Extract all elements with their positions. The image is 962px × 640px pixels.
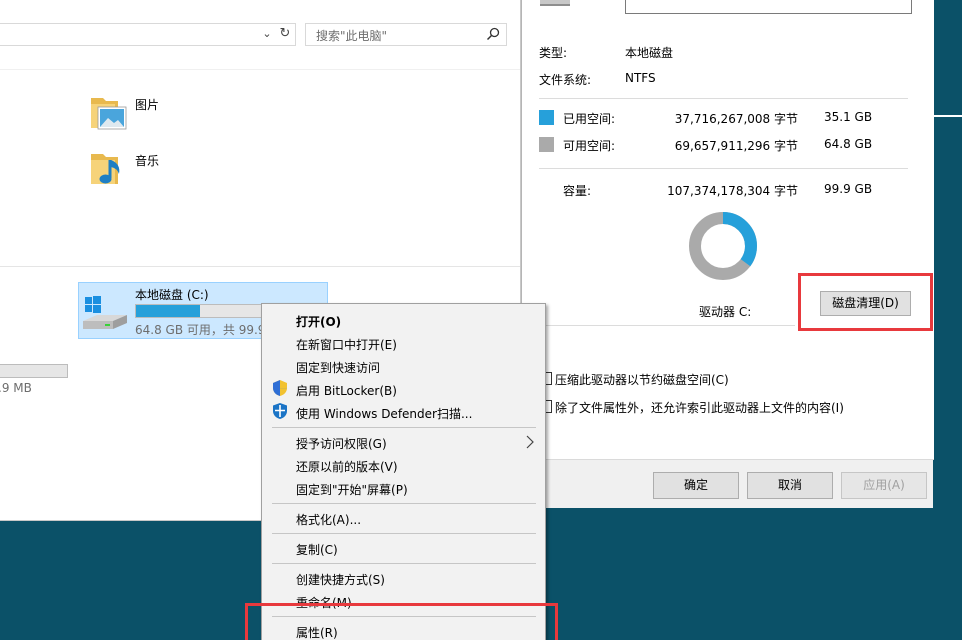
- compress-label: 压缩此驱动器以节约磁盘空间(C): [555, 373, 729, 387]
- drive-name: 本地磁盘 (C:): [135, 288, 209, 302]
- highlight-box: [798, 273, 933, 331]
- drive-properties-dialog: 类型: 本地磁盘 文件系统: NTFS 已用空间: 37,716,267,008…: [521, 0, 934, 508]
- index-label: 除了文件属性外，还允许索引此驱动器上文件的内容(I): [555, 401, 844, 415]
- menu-item-open-new-window[interactable]: 在新窗口中打开(E): [296, 336, 397, 353]
- local-disk-icon: [83, 296, 127, 329]
- address-bar[interactable]: [0, 23, 296, 46]
- submenu-chevron-right-icon: [526, 435, 534, 449]
- divider: [539, 98, 908, 99]
- section-divider: [0, 266, 520, 267]
- menu-item-create-shortcut[interactable]: 创建快捷方式(S): [296, 571, 385, 588]
- capacity-label: 容量:: [563, 184, 592, 198]
- type-label: 类型:: [539, 46, 568, 60]
- drive-icon: [540, 0, 570, 6]
- other-drive-usage-bar: [0, 364, 68, 378]
- menu-item-format[interactable]: 格式化(A)...: [296, 511, 361, 528]
- menu-item-bitlocker[interactable]: 启用 BitLocker(B): [296, 382, 397, 399]
- filesystem-label: 文件系统:: [539, 73, 592, 87]
- general-tab-panel: 类型: 本地磁盘 文件系统: NTFS 已用空间: 37,716,267,008…: [522, 0, 934, 460]
- capacity-bytes: 107,374,178,304 字节: [667, 184, 798, 198]
- windows-defender-icon: [273, 403, 287, 419]
- music-folder-icon: [91, 154, 120, 184]
- search-input[interactable]: 搜索"此电脑": [305, 23, 507, 46]
- pictures-folder-icon: [91, 98, 127, 130]
- menu-item-copy[interactable]: 复制(C): [296, 541, 338, 558]
- folder-label: 音乐: [135, 154, 160, 168]
- menu-item-open[interactable]: 打开(O): [296, 313, 341, 330]
- cancel-button[interactable]: 取消: [747, 472, 833, 499]
- menu-item-grant-access[interactable]: 授予访问权限(G): [296, 435, 387, 452]
- folder-item-pictures[interactable]: 图片: [88, 92, 208, 136]
- used-space-swatch: [539, 110, 554, 125]
- highlight-box: [245, 603, 558, 640]
- ok-button[interactable]: 确定: [653, 472, 739, 499]
- folder-item-music[interactable]: 音乐: [88, 148, 208, 192]
- capacity-gb: 99.9 GB: [824, 182, 873, 196]
- folder-label: 图片: [135, 98, 160, 112]
- menu-item-defender-scan[interactable]: 使用 Windows Defender扫描...: [296, 405, 472, 422]
- drive-name-field[interactable]: [625, 0, 912, 14]
- search-placeholder: 搜索"此电脑": [316, 29, 388, 43]
- menu-separator: [272, 563, 536, 564]
- used-space-gb: 35.1 GB: [824, 110, 873, 124]
- free-space-swatch: [539, 137, 554, 152]
- other-drive-size: .9 MB: [0, 381, 32, 395]
- free-space-bytes: 69,657,911,296 字节: [674, 139, 798, 153]
- menu-separator: [272, 427, 536, 428]
- address-history-chevron-icon[interactable]: ⌄: [259, 26, 275, 42]
- menu-separator: [272, 533, 536, 534]
- menu-item-pin-quick-access[interactable]: 固定到快速访问: [296, 359, 380, 376]
- uac-shield-icon: [273, 380, 287, 396]
- free-space-label: 可用空间:: [563, 139, 616, 153]
- refresh-icon[interactable]: ↻: [277, 26, 293, 42]
- apply-button[interactable]: 应用(A): [841, 472, 927, 499]
- menu-item-pin-start[interactable]: 固定到"开始"屏幕(P): [296, 481, 408, 498]
- menu-separator: [272, 503, 536, 504]
- divider: [0, 69, 520, 70]
- drive-letter-label: 驱动器 C:: [699, 305, 752, 319]
- menu-item-restore-versions[interactable]: 还原以前的版本(V): [296, 458, 398, 475]
- divider: [539, 325, 795, 326]
- search-icon[interactable]: [485, 26, 501, 42]
- filesystem-value: NTFS: [625, 71, 656, 85]
- divider: [539, 168, 908, 169]
- free-space-gb: 64.8 GB: [824, 137, 873, 151]
- drive-usage-fill: [136, 305, 201, 317]
- used-space-bytes: 37,716,267,008 字节: [674, 112, 798, 126]
- disk-usage-donut-chart: [689, 212, 757, 280]
- context-menu: 打开(O) 在新窗口中打开(E) 固定到快速访问 启用 BitLocker(B)…: [261, 303, 546, 640]
- used-space-label: 已用空间:: [563, 112, 616, 126]
- type-value: 本地磁盘: [625, 46, 674, 60]
- background-window-edge: [933, 115, 962, 117]
